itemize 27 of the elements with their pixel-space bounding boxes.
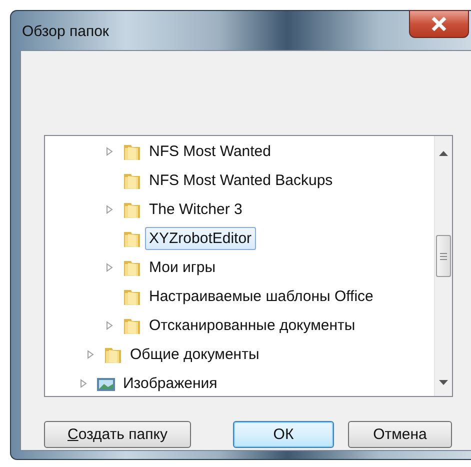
tree-item[interactable]: Мои игры (145, 256, 220, 279)
scroll-down-icon[interactable] (439, 380, 448, 386)
expand-arrow-icon[interactable] (80, 379, 87, 388)
tree-item[interactable]: XYZrobotEditor (145, 227, 256, 250)
pictures-icon (96, 376, 116, 392)
dialog-button[interactable]: Создать папку (44, 421, 191, 448)
tree-item[interactable]: Изображения (119, 372, 222, 395)
expand-arrow-icon[interactable] (106, 147, 113, 156)
scroll-up-icon[interactable] (439, 150, 448, 156)
dialog-button[interactable]: Отмена (348, 421, 452, 448)
tree-item[interactable]: Настраиваемые шаблоны Office (145, 285, 378, 308)
dialog-button[interactable]: ОК (233, 421, 334, 448)
close-icon (431, 17, 447, 31)
tree-item[interactable]: NFS Most Wanted (145, 140, 275, 163)
tree-item[interactable]: NFS Most Wanted Backups (145, 169, 337, 192)
expand-arrow-icon[interactable] (106, 321, 113, 330)
close-button[interactable] (409, 10, 469, 38)
tree-item[interactable]: Отсканированные документы (145, 314, 360, 337)
scroll-thumb[interactable] (436, 235, 451, 277)
scrollbar[interactable] (434, 136, 452, 396)
expand-arrow-icon[interactable] (106, 205, 113, 214)
expand-arrow-icon[interactable] (87, 350, 94, 359)
tree-item[interactable]: The Witcher 3 (145, 198, 246, 221)
grip-icon (440, 252, 447, 260)
tree-item[interactable]: Общие документы (126, 343, 264, 366)
window-title: Обзор папок (22, 23, 109, 40)
expand-arrow-icon[interactable] (106, 263, 113, 272)
